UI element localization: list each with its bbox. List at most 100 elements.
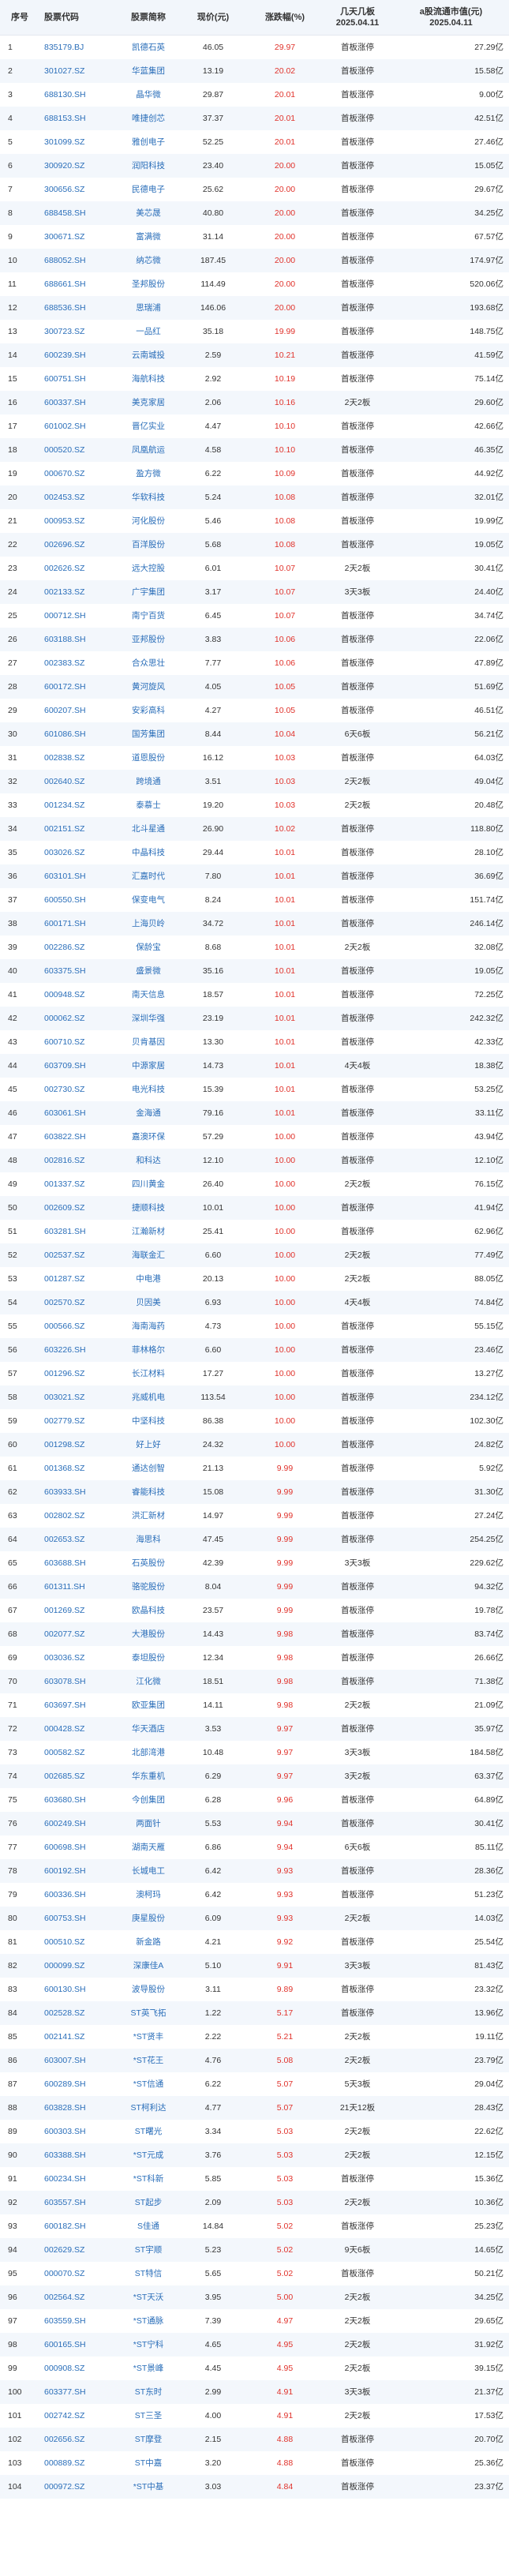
stock-name-link[interactable]: 洪汇新材 [118, 1504, 178, 1528]
stock-name-link[interactable]: ST起步 [118, 2191, 178, 2214]
stock-name-link[interactable]: 远大控股 [118, 557, 178, 580]
stock-code-link[interactable]: 003026.SZ [44, 841, 118, 864]
stock-code-link[interactable]: 300656.SZ [44, 178, 118, 201]
stock-code-link[interactable]: 601002.SH [44, 414, 118, 438]
stock-name-link[interactable]: 安彩高科 [118, 699, 178, 722]
stock-name-link[interactable]: 盈方微 [118, 462, 178, 486]
stock-code-link[interactable]: 603557.SH [44, 2191, 118, 2214]
stock-code-link[interactable]: 000582.SZ [44, 1741, 118, 1764]
stock-code-link[interactable]: 600303.SH [44, 2120, 118, 2143]
stock-name-link[interactable]: 上海贝岭 [118, 912, 178, 936]
stock-name-link[interactable]: 海航科技 [118, 367, 178, 391]
stock-name-link[interactable]: 华东重机 [118, 1764, 178, 1788]
stock-code-link[interactable]: 600710.SZ [44, 1030, 118, 1054]
stock-name-link[interactable]: 和科达 [118, 1149, 178, 1172]
stock-code-link[interactable]: 002779.SZ [44, 1409, 118, 1433]
stock-name-link[interactable]: ST英飞拓 [118, 2001, 178, 2025]
stock-name-link[interactable]: 北斗星通 [118, 817, 178, 841]
stock-name-link[interactable]: 两面针 [118, 1812, 178, 1835]
stock-name-link[interactable]: 盛景微 [118, 959, 178, 983]
stock-code-link[interactable]: 000972.SZ [44, 2475, 118, 2499]
stock-code-link[interactable]: 600234.SH [44, 2167, 118, 2191]
stock-name-link[interactable]: 富满微 [118, 225, 178, 249]
stock-code-link[interactable]: 603375.SH [44, 959, 118, 983]
stock-name-link[interactable]: 海联金汇 [118, 1243, 178, 1267]
stock-name-link[interactable]: ST曙光 [118, 2120, 178, 2143]
stock-code-link[interactable]: 000948.SZ [44, 983, 118, 1007]
stock-code-link[interactable]: 603101.SH [44, 864, 118, 888]
stock-code-link[interactable]: 600753.SH [44, 1907, 118, 1930]
stock-name-link[interactable]: 澳柯玛 [118, 1883, 178, 1907]
stock-name-link[interactable]: 保变电气 [118, 888, 178, 912]
stock-name-link[interactable]: *ST中基 [118, 2475, 178, 2499]
stock-name-link[interactable]: 广宇集团 [118, 580, 178, 604]
stock-code-link[interactable]: 600337.SH [44, 391, 118, 414]
stock-code-link[interactable]: 603559.SH [44, 2309, 118, 2333]
stock-code-link[interactable]: 603828.SH [44, 2096, 118, 2120]
stock-code-link[interactable]: 688458.SH [44, 201, 118, 225]
stock-name-link[interactable]: 深康佳A [118, 1954, 178, 1978]
stock-code-link[interactable]: 300671.SZ [44, 225, 118, 249]
stock-code-link[interactable]: 003036.SZ [44, 1646, 118, 1670]
stock-code-link[interactable]: 002816.SZ [44, 1149, 118, 1172]
stock-name-link[interactable]: 四川黄金 [118, 1172, 178, 1196]
stock-name-link[interactable]: 江化微 [118, 1670, 178, 1693]
stock-code-link[interactable]: 002730.SZ [44, 1078, 118, 1101]
stock-code-link[interactable]: 002629.SZ [44, 2238, 118, 2262]
stock-code-link[interactable]: 000428.SZ [44, 1717, 118, 1741]
stock-code-link[interactable]: 603933.SH [44, 1480, 118, 1504]
stock-code-link[interactable]: 688153.SH [44, 107, 118, 130]
stock-name-link[interactable]: S佳通 [118, 2214, 178, 2238]
stock-name-link[interactable]: 凯德石英 [118, 36, 178, 59]
stock-name-link[interactable]: 一品红 [118, 320, 178, 343]
stock-code-link[interactable]: 002838.SZ [44, 746, 118, 770]
stock-name-link[interactable]: 长城电工 [118, 1859, 178, 1883]
stock-name-link[interactable]: 深圳华强 [118, 1007, 178, 1030]
stock-code-link[interactable]: 000099.SZ [44, 1954, 118, 1978]
stock-name-link[interactable]: 庚星股份 [118, 1907, 178, 1930]
stock-code-link[interactable]: 835179.BJ [44, 36, 118, 59]
stock-name-link[interactable]: 江瀚新材 [118, 1220, 178, 1243]
stock-code-link[interactable]: 600165.SH [44, 2333, 118, 2357]
stock-name-link[interactable]: ST特信 [118, 2262, 178, 2285]
stock-code-link[interactable]: 000712.SH [44, 604, 118, 628]
stock-code-link[interactable]: 001269.SZ [44, 1599, 118, 1622]
stock-code-link[interactable]: 002383.SZ [44, 651, 118, 675]
stock-code-link[interactable]: 688536.SH [44, 296, 118, 320]
stock-code-link[interactable]: 603078.SH [44, 1670, 118, 1693]
stock-name-link[interactable]: 民德电子 [118, 178, 178, 201]
stock-name-link[interactable]: *ST信通 [118, 2072, 178, 2096]
stock-name-link[interactable]: 骆驼股份 [118, 1575, 178, 1599]
stock-code-link[interactable]: 688661.SH [44, 272, 118, 296]
stock-code-link[interactable]: 001298.SZ [44, 1433, 118, 1457]
stock-code-link[interactable]: 600171.SH [44, 912, 118, 936]
stock-code-link[interactable]: 000908.SZ [44, 2357, 118, 2380]
stock-name-link[interactable]: 睿能科技 [118, 1480, 178, 1504]
stock-name-link[interactable]: 波导股份 [118, 1978, 178, 2001]
stock-code-link[interactable]: 600336.SH [44, 1883, 118, 1907]
stock-name-link[interactable]: 南宁百货 [118, 604, 178, 628]
stock-code-link[interactable]: 000889.SZ [44, 2451, 118, 2475]
header-code[interactable]: 股票代码 [44, 0, 118, 35]
stock-name-link[interactable]: ST宇顺 [118, 2238, 178, 2262]
stock-code-link[interactable]: 600207.SH [44, 699, 118, 722]
stock-name-link[interactable]: 雅创电子 [118, 130, 178, 154]
stock-name-link[interactable]: ST三圣 [118, 2404, 178, 2428]
stock-code-link[interactable]: 002528.SZ [44, 2001, 118, 2025]
stock-code-link[interactable]: 600698.SH [44, 1835, 118, 1859]
stock-code-link[interactable]: 002696.SZ [44, 533, 118, 557]
stock-code-link[interactable]: 001337.SZ [44, 1172, 118, 1196]
stock-code-link[interactable]: 603822.SH [44, 1125, 118, 1149]
stock-code-link[interactable]: 603688.SH [44, 1551, 118, 1575]
stock-name-link[interactable]: 泰坦股份 [118, 1646, 178, 1670]
stock-code-link[interactable]: 000070.SZ [44, 2262, 118, 2285]
stock-name-link[interactable]: 跨境通 [118, 770, 178, 793]
stock-name-link[interactable]: 北部湾港 [118, 1741, 178, 1764]
header-pct[interactable]: 涨跌幅(%) [248, 0, 322, 35]
stock-code-link[interactable]: 002802.SZ [44, 1504, 118, 1528]
stock-name-link[interactable]: 石英股份 [118, 1551, 178, 1575]
header-seq[interactable]: 序号 [0, 0, 39, 35]
stock-name-link[interactable]: *ST贤丰 [118, 2025, 178, 2049]
stock-code-link[interactable]: 600289.SH [44, 2072, 118, 2096]
stock-code-link[interactable]: 002570.SZ [44, 1291, 118, 1314]
